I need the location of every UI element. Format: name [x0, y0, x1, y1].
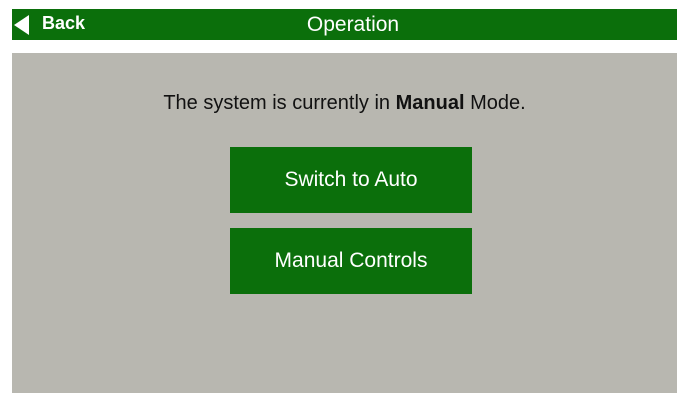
status-suffix: Mode. — [464, 92, 526, 114]
header-bar: Back Operation — [12, 9, 677, 40]
switch-to-auto-button[interactable]: Switch to Auto — [230, 147, 472, 213]
status-prefix: The system is currently in — [163, 92, 396, 114]
system-status-text: The system is currently in Manual Mode. — [12, 92, 677, 115]
main-panel: The system is currently in Manual Mode. … — [12, 53, 677, 393]
page-title: Operation — [306, 13, 400, 36]
status-mode: Manual — [395, 92, 465, 114]
header-divider — [12, 40, 677, 53]
screen: Back Operation The system is currently i… — [12, 9, 677, 393]
manual-controls-button[interactable]: Manual Controls — [230, 228, 472, 294]
